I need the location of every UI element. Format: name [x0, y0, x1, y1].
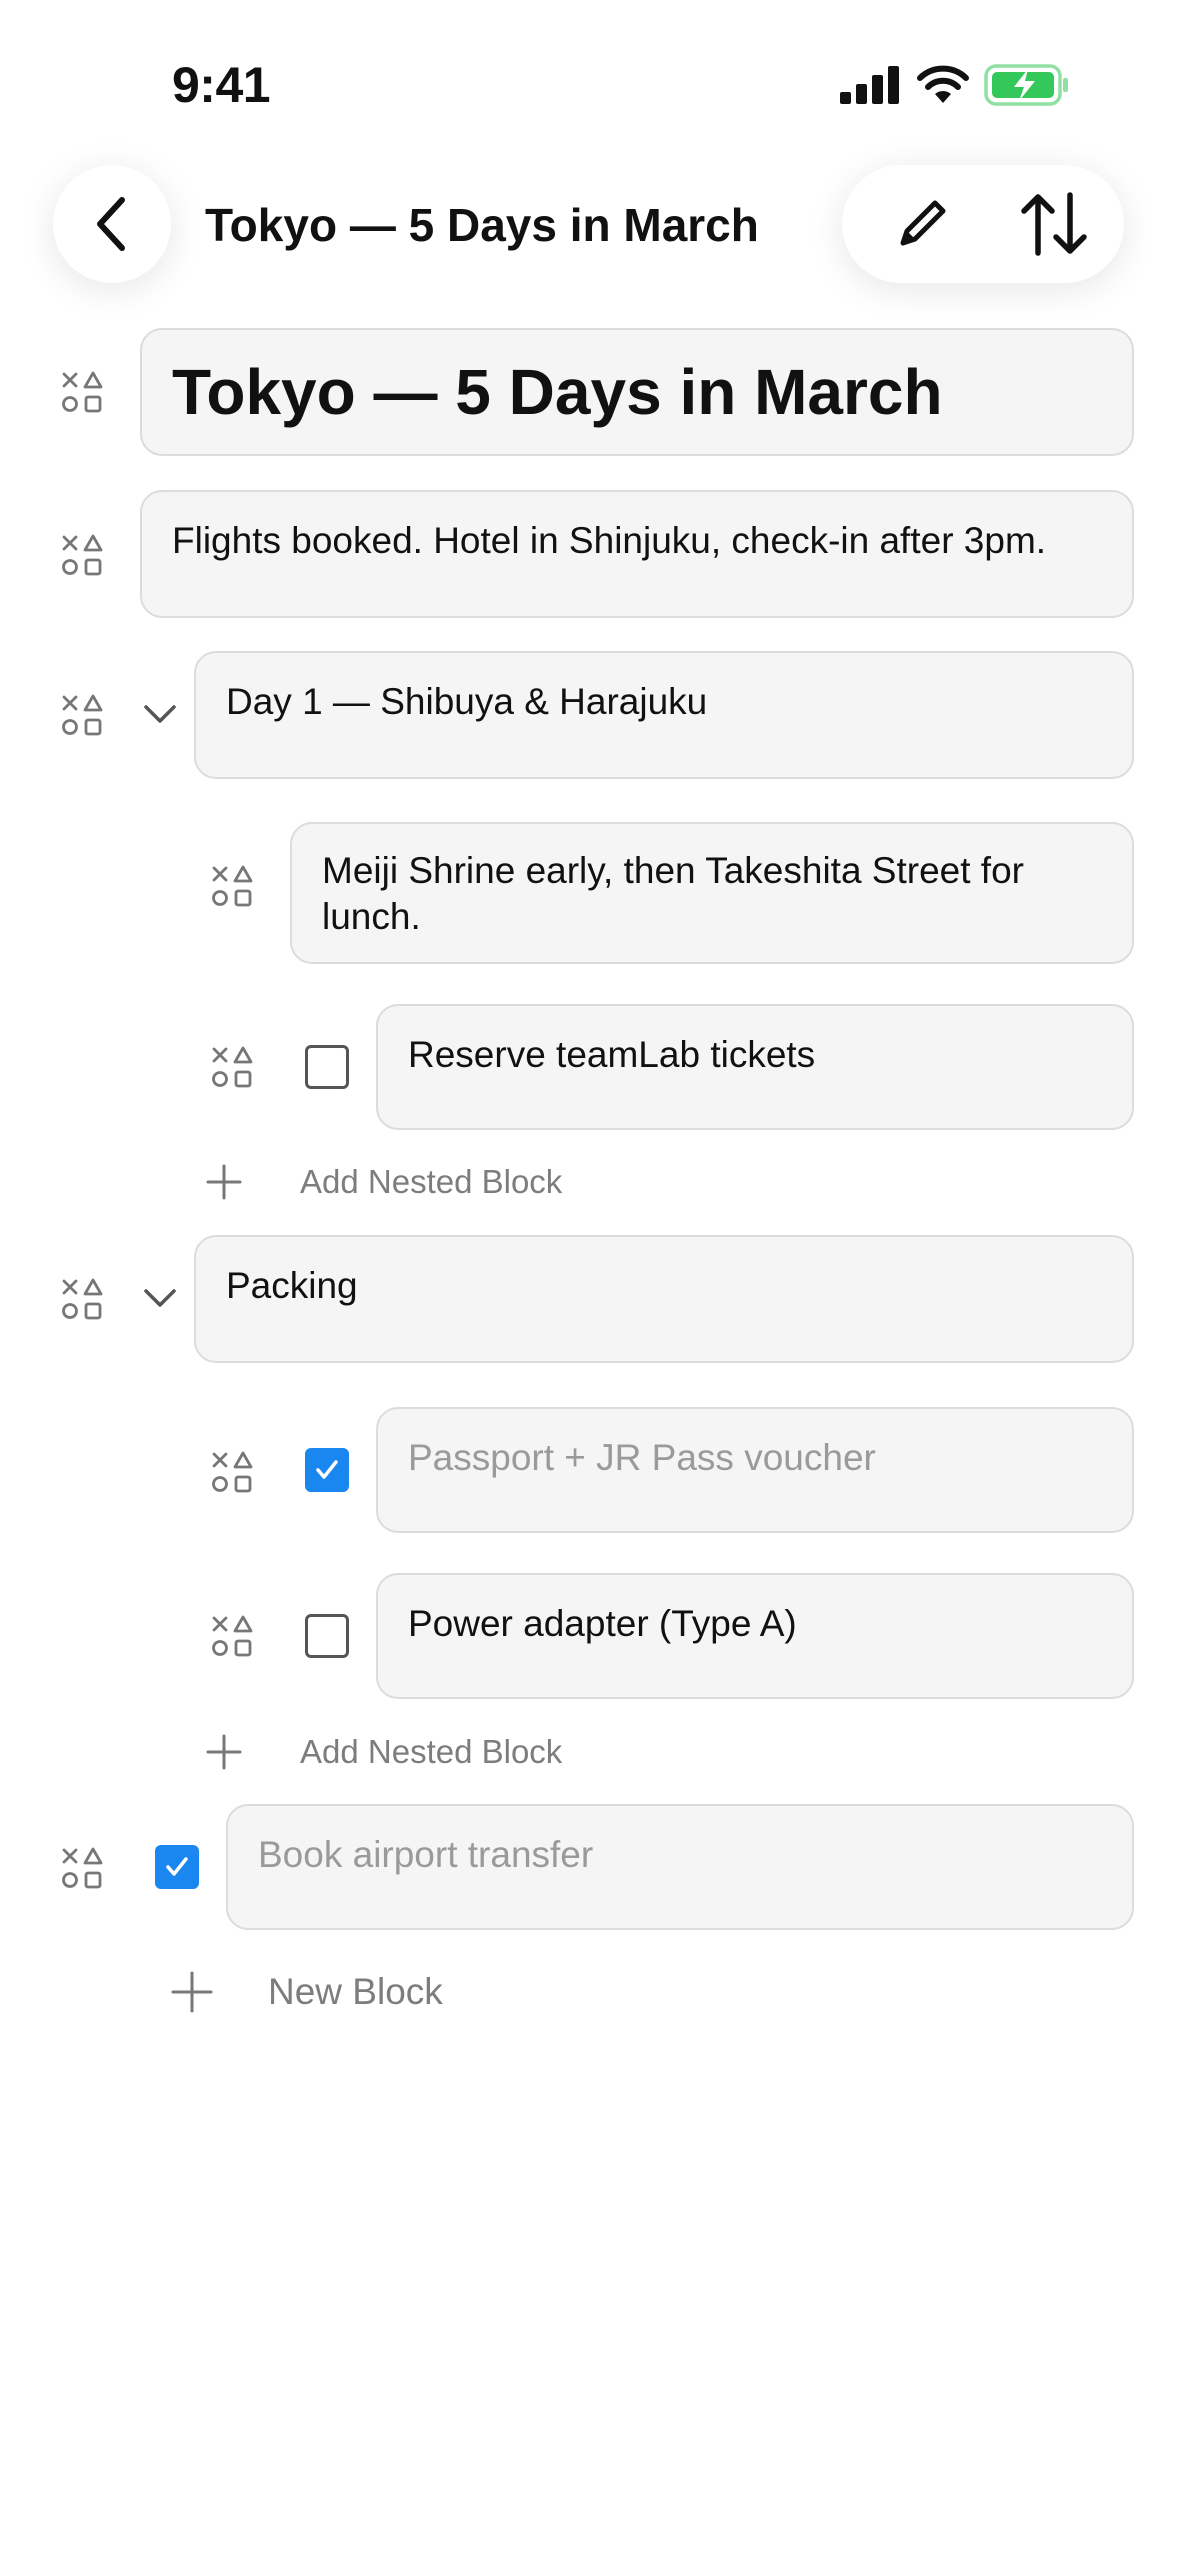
- drag-handle-icon[interactable]: [210, 1450, 254, 1494]
- text-block-content[interactable]: Flights booked. Hotel in Shinjuku, check…: [172, 518, 1102, 564]
- add-nested-block-label: Add Nested Block: [300, 1163, 563, 1200]
- todo-checkbox-checked[interactable]: [155, 1845, 199, 1889]
- heading-block[interactable]: Tokyo — 5 Days in March: [140, 328, 1134, 456]
- todo-block[interactable]: Book airport transfer: [226, 1804, 1134, 1930]
- add-nested-block-button[interactable]: Add Nested Block: [204, 1732, 562, 1772]
- toggle-block-packing[interactable]: Packing: [194, 1235, 1134, 1363]
- todo-text[interactable]: Reserve teamLab tickets: [408, 1032, 1102, 1078]
- toggle-title[interactable]: Packing: [226, 1263, 1102, 1309]
- todo-text[interactable]: Power adapter (Type A): [408, 1601, 1102, 1647]
- chevron-down-icon[interactable]: [140, 694, 180, 734]
- nested-text-block[interactable]: Meiji Shrine early, then Takeshita Stree…: [290, 822, 1134, 964]
- todo-checkbox[interactable]: [305, 1045, 349, 1089]
- drag-handle-icon[interactable]: [60, 693, 104, 737]
- battery-charging-icon: [984, 64, 1068, 106]
- drag-handle-icon[interactable]: [210, 1614, 254, 1658]
- drag-handle-icon[interactable]: [60, 1846, 104, 1890]
- back-button[interactable]: [53, 165, 171, 283]
- drag-handle-icon[interactable]: [60, 1277, 104, 1321]
- todo-text[interactable]: Passport + JR Pass voucher: [408, 1435, 1102, 1481]
- drag-handle-icon[interactable]: [210, 864, 254, 908]
- reorder-button[interactable]: [994, 165, 1114, 283]
- todo-checkbox-checked[interactable]: [305, 1448, 349, 1492]
- todo-checkbox[interactable]: [305, 1614, 349, 1658]
- wifi-icon: [917, 65, 969, 103]
- checkmark-icon: [316, 1460, 338, 1479]
- todo-block[interactable]: Passport + JR Pass voucher: [376, 1407, 1134, 1533]
- toggle-block-day1[interactable]: Day 1 — Shibuya & Harajuku: [194, 651, 1134, 779]
- chevron-left-icon: [97, 197, 125, 251]
- arrow-up-down-icon: [1021, 192, 1087, 256]
- drag-handle-icon[interactable]: [210, 1045, 254, 1089]
- todo-text[interactable]: Book airport transfer: [258, 1832, 1102, 1878]
- text-block-content[interactable]: Meiji Shrine early, then Takeshita Stree…: [322, 848, 1102, 940]
- drag-handle-icon[interactable]: [60, 533, 104, 577]
- status-icons: [840, 60, 1070, 110]
- add-nested-block-label: Add Nested Block: [300, 1733, 563, 1770]
- drag-handle-icon[interactable]: [60, 370, 104, 414]
- pencil-icon: [900, 200, 946, 246]
- todo-block[interactable]: Reserve teamLab tickets: [376, 1004, 1134, 1130]
- text-block[interactable]: Flights booked. Hotel in Shinjuku, check…: [140, 490, 1134, 618]
- edit-button[interactable]: [862, 165, 982, 283]
- new-block-button[interactable]: New Block: [170, 1970, 443, 2014]
- status-time: 9:41: [172, 57, 271, 113]
- add-nested-block-button[interactable]: Add Nested Block: [204, 1162, 562, 1202]
- toggle-title[interactable]: Day 1 — Shibuya & Harajuku: [226, 679, 1102, 725]
- nav-title: Tokyo — 5 Days in March: [205, 199, 759, 251]
- nav-actions: [842, 165, 1124, 283]
- chevron-down-icon[interactable]: [140, 1278, 180, 1318]
- todo-block[interactable]: Power adapter (Type A): [376, 1573, 1134, 1699]
- new-block-label: New Block: [268, 1971, 443, 2012]
- plus-icon: [206, 1164, 242, 1200]
- cellular-signal-icon: [840, 66, 899, 104]
- checkmark-icon: [166, 1857, 188, 1876]
- plus-icon: [171, 1971, 213, 2013]
- heading-text[interactable]: Tokyo — 5 Days in March: [172, 354, 1102, 430]
- plus-icon: [206, 1734, 242, 1770]
